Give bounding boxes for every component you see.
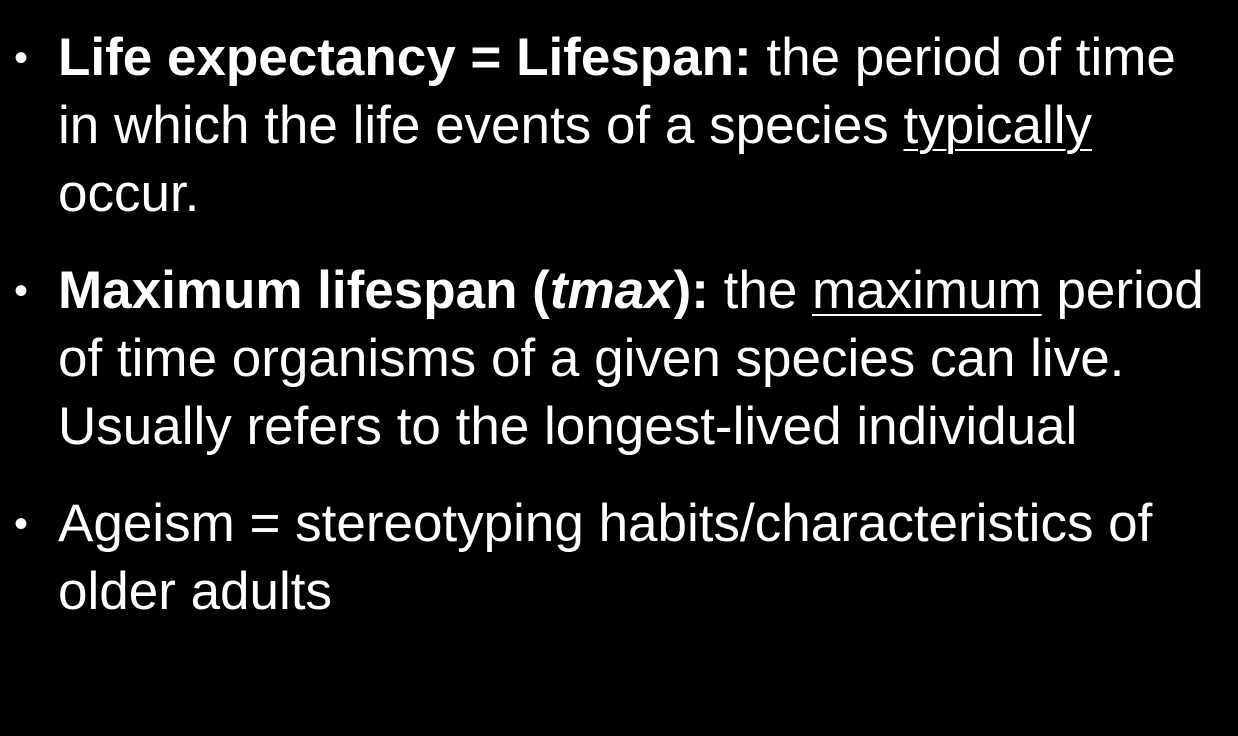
- definition-text: the: [708, 261, 813, 320]
- bullet-dot-icon: •: [14, 269, 29, 313]
- bullet-list: • Life expectancy = Lifespan: the period…: [14, 24, 1223, 626]
- emphasis-typically: typically: [903, 96, 1093, 155]
- slide: • Life expectancy = Lifespan: the period…: [0, 0, 1238, 736]
- bullet-dot-icon: •: [14, 502, 29, 546]
- term-tmax: tmax: [549, 261, 674, 320]
- definition-text-end: occur.: [58, 164, 200, 223]
- term-life-expectancy: Life expectancy = Lifespan:: [58, 28, 752, 87]
- bullet-life-expectancy: • Life expectancy = Lifespan: the period…: [14, 24, 1223, 228]
- term-maximum-lifespan-end: ):: [673, 261, 709, 320]
- bullet-dot-icon: •: [14, 36, 29, 80]
- ageism-text: Ageism = stereotyping habits/characteris…: [58, 494, 1153, 621]
- bullet-ageism: • Ageism = stereotyping habits/character…: [14, 490, 1223, 626]
- bullet-maximum-lifespan: • Maximum lifespan (tmax): the maximum p…: [14, 257, 1223, 461]
- term-maximum-lifespan-start: Maximum lifespan (: [58, 261, 550, 320]
- emphasis-maximum: maximum: [812, 261, 1042, 320]
